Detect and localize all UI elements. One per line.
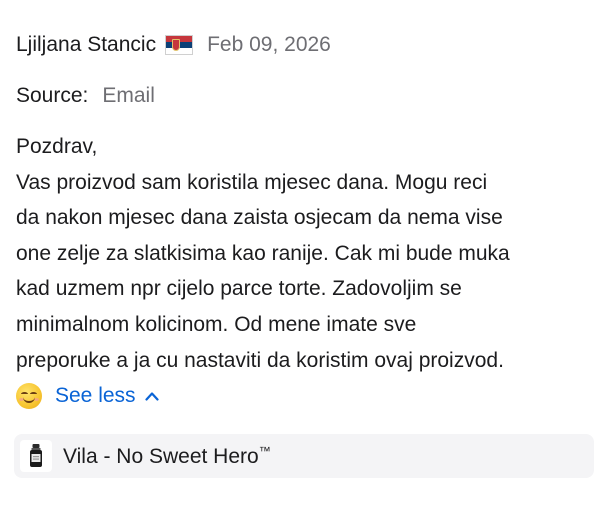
review-body-line: Vas proizvod sam koristila mjesec dana. … [16, 170, 488, 194]
review-date: Feb 09, 2026 [207, 33, 331, 56]
product-name: Vila - No Sweet Hero™ [63, 444, 271, 469]
product-name-text: Vila - No Sweet Hero [63, 444, 259, 468]
review-source: Source: Email [16, 82, 155, 110]
review-body-line: kad uzmem npr cijelo parce torte. Zadovo… [16, 277, 462, 301]
serbia-flag-icon [165, 35, 194, 55]
product-bottle-icon [20, 440, 52, 472]
review-body-line: da nakon mjesec dana zaista osjecam da n… [16, 206, 503, 230]
product-chip[interactable]: Vila - No Sweet Hero™ [14, 434, 594, 478]
review-header: Ljiljana Stancic Feb 09, 2026 [16, 31, 331, 59]
author-name: Ljiljana Stancic [16, 33, 157, 56]
source-label: Source: [16, 84, 89, 107]
review-body-line: Pozdrav, [16, 135, 98, 158]
see-less-link[interactable]: See less [55, 378, 159, 414]
review-body-line: preporuke a ja cu nastaviti da koristim … [16, 348, 504, 372]
smiling-face-icon [16, 383, 42, 410]
see-less-label: See less [55, 384, 136, 408]
review-body-line: minimalnom kolicinom. Od mene imate sve [16, 312, 417, 336]
review-body-line: one zelje za slatkisima kao ranije. Cak … [16, 241, 510, 265]
review-body: Pozdrav, Vas proizvod sam koristila mjes… [16, 129, 596, 414]
chevron-up-icon [144, 392, 159, 401]
source-value: Email [102, 84, 155, 107]
trademark-symbol: ™ [258, 443, 271, 458]
